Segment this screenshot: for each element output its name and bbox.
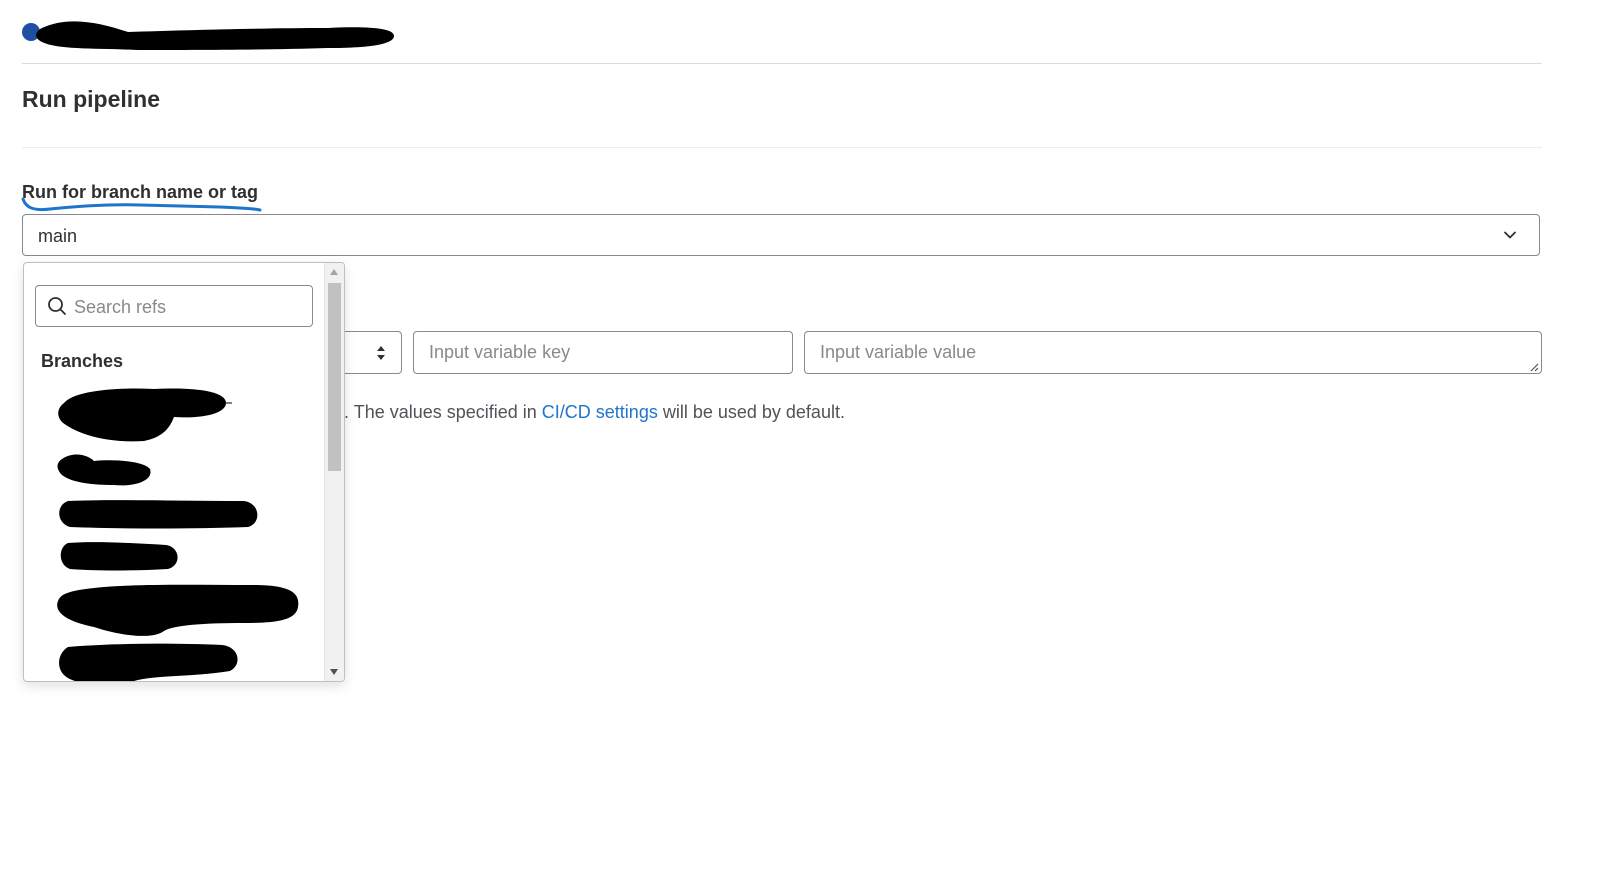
branch-item-redacted[interactable] (54, 385, 234, 445)
branch-item-redacted[interactable] (54, 539, 184, 573)
branch-item-redacted[interactable] (54, 641, 244, 682)
scroll-down-arrow-icon[interactable] (330, 669, 338, 675)
cicd-settings-link[interactable]: CI/CD settings (542, 402, 658, 422)
branch-item-redacted[interactable] (54, 451, 154, 491)
dropdown-scrollbar[interactable] (324, 263, 344, 681)
ref-dropdown-menu: Branches (23, 262, 345, 682)
page-title: Run pipeline (22, 86, 160, 112)
branch-item-redacted[interactable] (54, 497, 264, 531)
scrollbar-thumb[interactable] (328, 283, 341, 471)
scroll-up-arrow-icon[interactable] (330, 269, 338, 275)
chevron-down-icon (1504, 231, 1516, 239)
sort-arrows-icon (377, 346, 385, 360)
resize-handle-icon[interactable] (1529, 362, 1539, 372)
breadcrumb[interactable] (22, 14, 402, 54)
variables-help-text: is run. The values specified in CI/CD se… (300, 402, 845, 423)
redacted-breadcrumb (36, 21, 394, 50)
branch-item-redacted[interactable] (54, 581, 304, 641)
branches-section-title: Branches (41, 351, 124, 371)
variable-value-input[interactable] (804, 331, 1542, 374)
title-divider (22, 147, 1542, 148)
ref-search-box[interactable] (35, 285, 313, 328)
ref-select-value: main (38, 226, 78, 246)
search-icon (48, 297, 66, 315)
help-text-after: will be used by default. (657, 402, 845, 422)
run-pipeline-page: Run pipeline Run for branch name or tag … (0, 0, 1602, 872)
ref-search-input[interactable] (72, 286, 312, 328)
variable-key-input[interactable] (413, 331, 793, 374)
header-divider (22, 63, 1542, 64)
ref-select-dropdown[interactable]: main (22, 214, 1540, 256)
